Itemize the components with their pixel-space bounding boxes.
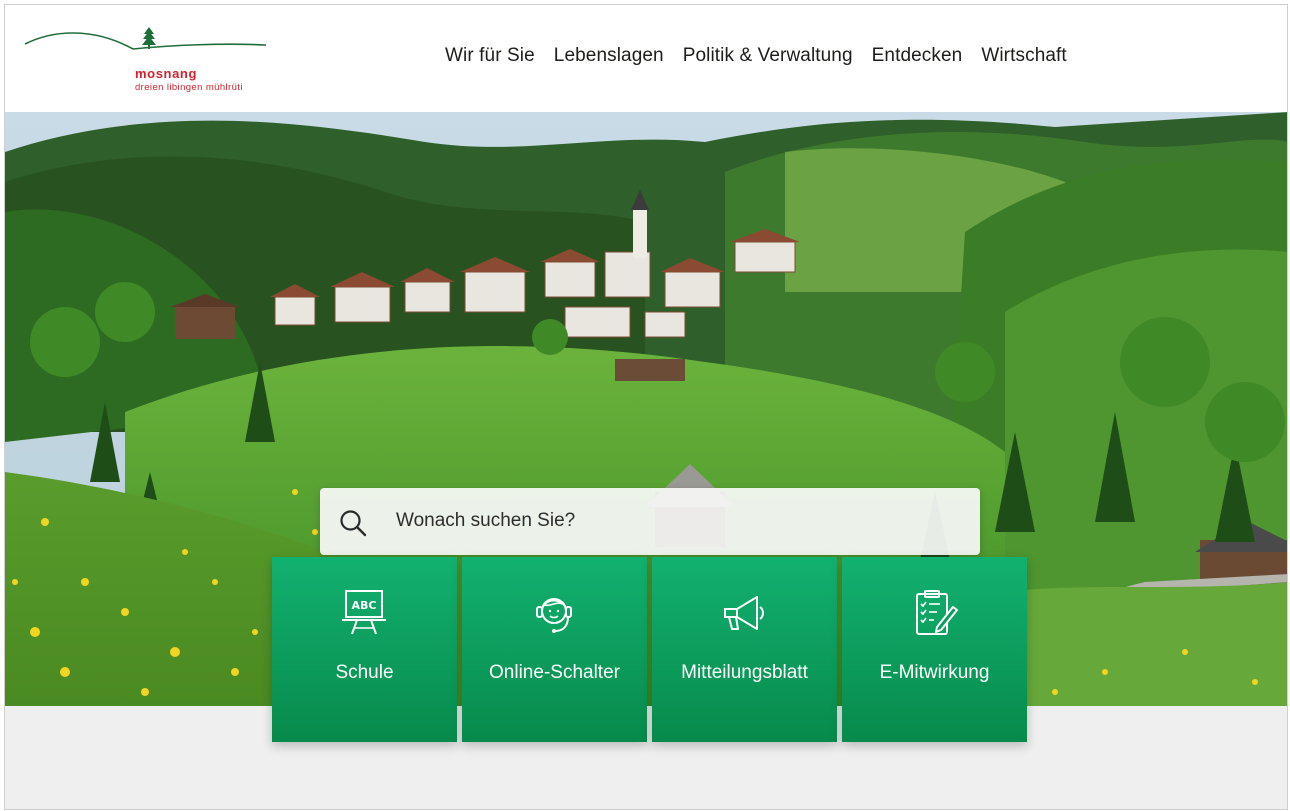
support-agent-headset-icon xyxy=(536,598,572,633)
tile-label: Schule xyxy=(335,662,394,683)
tile-schule[interactable]: ABC Schule xyxy=(272,557,457,742)
tile-mitteilungsblatt[interactable]: Mitteilungsblatt xyxy=(652,557,837,742)
nav-item-wir-fuer-sie[interactable]: Wir für Sie xyxy=(445,45,535,67)
nav-item-entdecken[interactable]: Entdecken xyxy=(872,45,963,67)
quick-links: ABC Schule Online-Schalter Mitteilungsbl… xyxy=(272,557,1027,742)
tile-label: Online-Schalter xyxy=(489,662,620,683)
fir-tree-icon xyxy=(142,27,156,49)
nav-item-politik-verwaltung[interactable]: Politik & Verwaltung xyxy=(683,45,853,67)
clipboard-checklist-icon xyxy=(916,590,958,635)
page-frame: mosnang dreien libingen mühlrüti Wir für… xyxy=(4,4,1288,810)
search-icon xyxy=(340,510,367,537)
nav-item-lebenslagen[interactable]: Lebenslagen xyxy=(554,45,664,67)
chalkboard-abc-icon: ABC xyxy=(342,590,386,635)
site-header: mosnang dreien libingen mühlrüti Wir für… xyxy=(5,5,1287,112)
tile-label: E-Mitwirkung xyxy=(879,662,990,683)
megaphone-icon xyxy=(724,596,764,630)
tile-online-schalter[interactable]: Online-Schalter xyxy=(462,557,647,742)
main-nav: Wir für Sie Lebenslagen Politik & Verwal… xyxy=(445,45,1067,67)
svg-text:ABC: ABC xyxy=(352,599,377,612)
nav-item-wirtschaft[interactable]: Wirtschaft xyxy=(981,45,1066,67)
logo[interactable]: mosnang dreien libingen mühlrüti xyxy=(23,25,268,97)
tile-e-mitwirkung[interactable]: E-Mitwirkung xyxy=(842,557,1027,742)
logo-wordmark: mosnang xyxy=(135,66,197,81)
search-input[interactable]: Wonach suchen Sie? xyxy=(396,510,575,532)
search-bar[interactable]: Wonach suchen Sie? xyxy=(320,488,980,555)
logo-subtitle: dreien libingen mühlrüti xyxy=(135,82,243,93)
tile-label: Mitteilungsblatt xyxy=(681,662,808,683)
logo-hills-graphic xyxy=(24,27,267,50)
